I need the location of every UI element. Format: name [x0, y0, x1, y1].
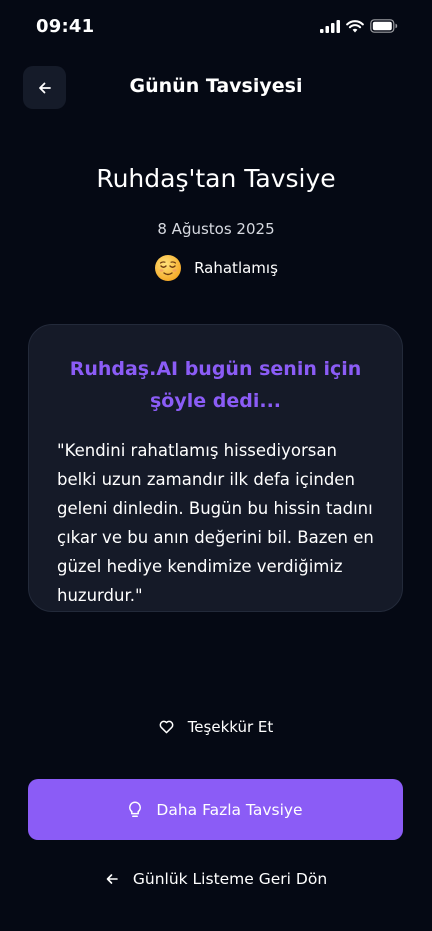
more-advice-label: Daha Fazla Tavsiye	[156, 800, 303, 819]
status-bar: 09:41	[0, 0, 432, 56]
advice-card: Ruhdaş.AI bugün senin için şöyle dedi...…	[28, 324, 403, 612]
more-advice-button[interactable]: Daha Fazla Tavsiye	[28, 779, 403, 840]
relieved-face-icon	[155, 255, 182, 281]
status-time: 09:41	[36, 16, 95, 37]
status-icons	[320, 19, 398, 33]
return-to-list-button[interactable]: Günlük Listeme Geri Dön	[0, 870, 432, 888]
card-heading: Ruhdaş.AI bugün senin için şöyle dedi...	[69, 358, 362, 412]
mood-indicator: Rahatlamış	[0, 254, 432, 282]
battery-icon	[370, 19, 398, 33]
advice-date: 8 Ağustos 2025	[157, 220, 275, 238]
screen: 09:41 Günün Tavsiyesi Ruhdaş'tan Tavsiye…	[0, 0, 432, 931]
header-title: Günün Tavsiyesi	[129, 75, 303, 97]
wifi-icon	[346, 19, 364, 32]
advice-quote: "Kendini rahatlamış hissediyorsan belki …	[57, 441, 374, 605]
arrow-left-icon	[106, 874, 118, 884]
cellular-signal-icon	[320, 19, 340, 33]
heart-icon	[159, 720, 174, 734]
page-title: Ruhdaş'tan Tavsiye	[96, 164, 336, 193]
thanks-button[interactable]: Teşekkür Et	[0, 718, 432, 736]
lightbulb-icon	[129, 801, 142, 817]
thanks-label: Teşekkür Et	[187, 718, 274, 736]
mood-label: Rahatlamış	[194, 259, 278, 277]
return-to-list-label: Günlük Listeme Geri Dön	[132, 870, 328, 888]
